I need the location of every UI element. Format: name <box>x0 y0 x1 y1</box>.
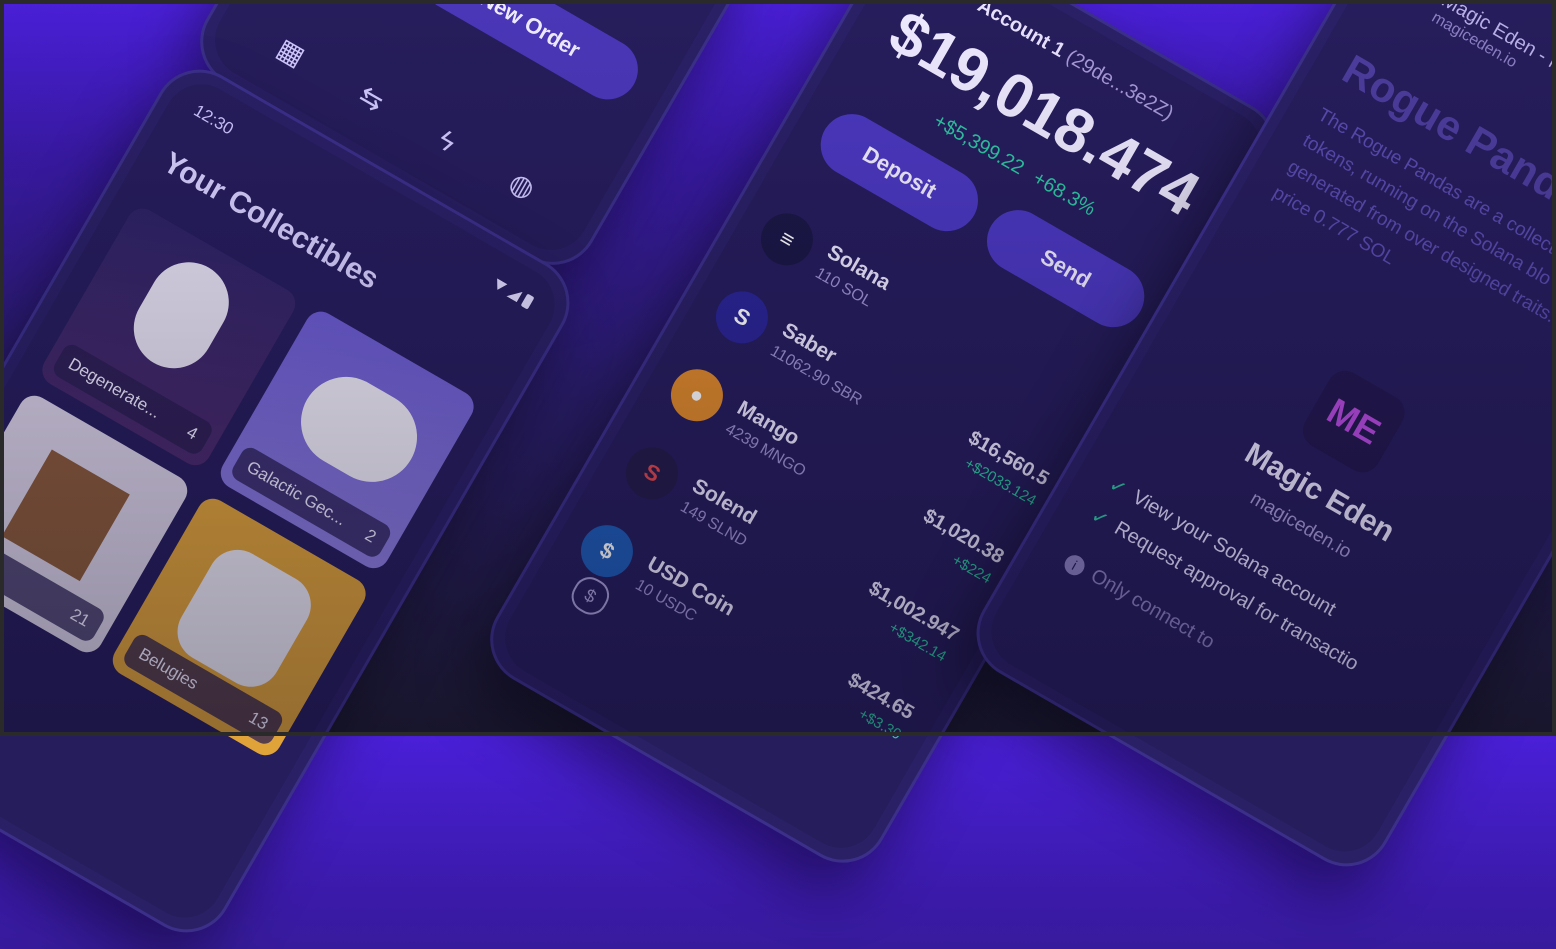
signal-icons <box>490 274 536 312</box>
collection-name: Degenerate... <box>65 354 164 423</box>
status-time: 12:30 <box>190 100 237 139</box>
wifi-icon <box>492 278 507 293</box>
collection-count: 13 <box>245 707 272 734</box>
swap-icon[interactable]: ⇆ <box>353 78 390 118</box>
usdc-icon: $ <box>571 515 643 587</box>
solend-icon: S <box>616 437 688 509</box>
mango-icon: ● <box>661 359 733 431</box>
battery-icon <box>520 293 535 310</box>
check-icon: ✓ <box>1104 473 1131 502</box>
magic-eden-logo: ME <box>1296 364 1412 479</box>
solana-icon: ≡ <box>751 203 823 275</box>
new-order-button[interactable]: New Order <box>411 0 649 111</box>
collection-name: Galactic Gec... <box>243 457 350 530</box>
collection-count: 2 <box>361 525 380 547</box>
grid-icon[interactable]: ▦ <box>271 31 310 73</box>
nft-image <box>1 449 130 582</box>
bolt-icon[interactable]: ϟ <box>432 124 461 160</box>
collection-count: 21 <box>67 604 94 631</box>
info-icon: i <box>1061 551 1089 579</box>
saber-icon: S <box>706 281 778 353</box>
collection-name: amas <box>0 541 3 579</box>
signal-icon <box>506 286 522 302</box>
check-icon: ✓ <box>1086 504 1113 533</box>
nft-image <box>284 360 434 499</box>
collection-count: 4 <box>183 422 202 444</box>
nft-image <box>119 247 244 383</box>
globe-icon[interactable]: ◍ <box>503 165 541 206</box>
